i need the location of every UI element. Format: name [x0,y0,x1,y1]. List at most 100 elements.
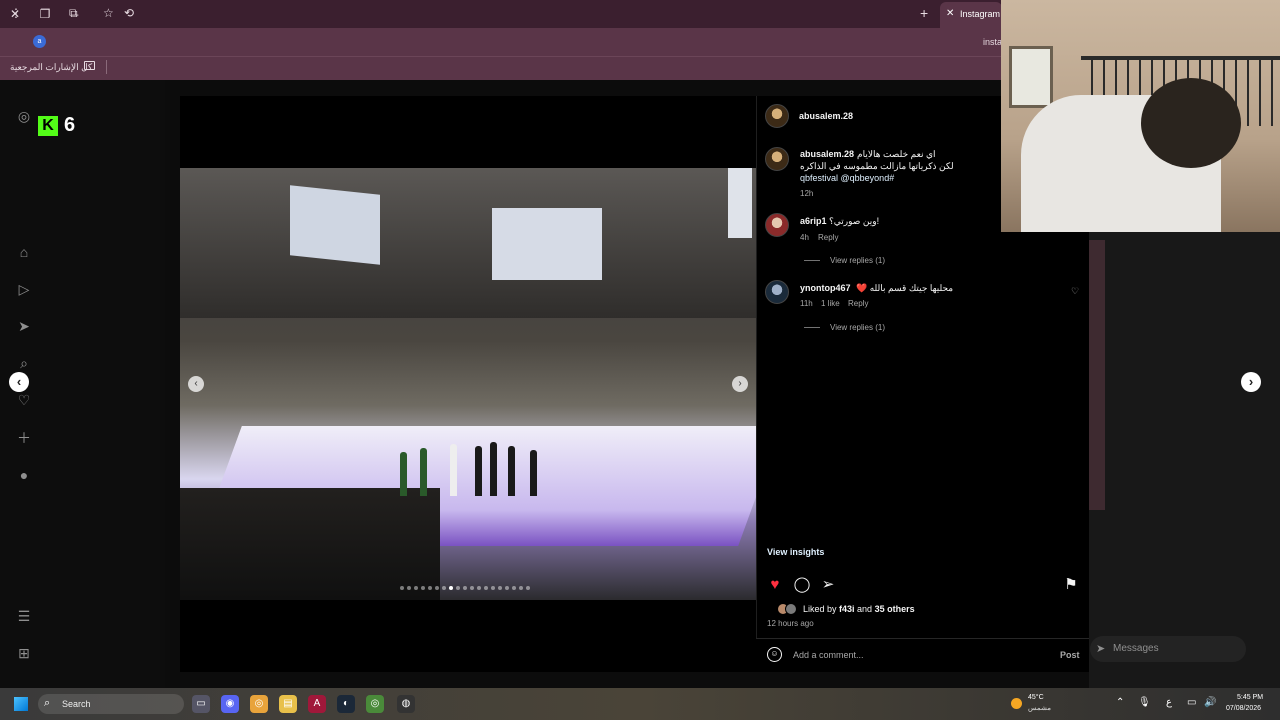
carousel-dot [442,586,446,590]
author-avatar[interactable] [765,104,789,128]
taskbar-search-label: Search [62,699,91,709]
comment-bubble-icon[interactable]: ◯ [793,576,811,594]
liked-by-others[interactable]: 35 others [875,604,915,614]
post-media[interactable]: ‹ › [180,96,756,672]
comment-username[interactable]: a6rip1 [800,216,827,226]
carousel-dot [407,586,411,590]
comment-like-count[interactable]: 1 like [821,299,840,308]
new-tab-icon[interactable]: + [920,5,928,21]
share-send-icon[interactable]: ➢ [819,576,837,594]
menu-kebab-icon[interactable]: ⋮ [10,6,22,20]
taskbar-search[interactable] [38,694,184,714]
bookmark-star-icon[interactable]: ☆ [103,6,114,20]
carousel-dot [498,586,502,590]
post-comment-button[interactable]: Post [1060,650,1080,660]
view-replies-button[interactable]: View replies (1) [830,323,885,332]
volume-icon[interactable]: 🔊 [1204,697,1216,708]
discord-icon[interactable]: ◉ [221,695,239,713]
profile-avatar-icon[interactable]: ● [16,467,32,483]
carousel-dot [400,586,404,590]
weather-temperature[interactable]: 45°C [1028,694,1044,701]
search-icon[interactable]: ⌕ [16,355,32,371]
restore-window-icon[interactable]: ❐ [36,5,54,23]
file-explorer-window-icon[interactable]: ▭ [192,695,210,713]
author-username[interactable]: abusalem.28 [799,111,853,121]
carousel-dot [428,586,432,590]
close-tab-icon[interactable]: ✕ [946,8,954,19]
streamer-head [1141,78,1241,168]
liked-by-text[interactable]: Liked by f43i and 35 others [803,604,915,614]
create-plus-icon[interactable]: ＋ [16,430,32,446]
caption-avatar[interactable] [765,147,789,171]
app-a-icon[interactable]: A [308,695,326,713]
view-insights-link[interactable]: View insights [767,547,824,557]
comment-hashtags[interactable]: qbfestival @qbbeyond# [800,173,894,183]
comment-username[interactable]: abusalem.28 [800,149,854,159]
tray-chevron-icon[interactable]: ⌃ [1116,697,1124,708]
windows-start-icon[interactable] [14,697,28,711]
also-from-meta-icon[interactable]: ⊞ [16,645,32,661]
reels-icon[interactable]: ▷ [16,281,32,297]
more-menu-icon[interactable]: ☰ [16,608,32,624]
emoji-icon[interactable]: ☺ [767,647,782,662]
clock-date[interactable]: 07/08/2026 [1226,705,1261,712]
comment-username[interactable]: ynontop467 [800,283,851,293]
instagram-logo-icon[interactable]: ◎ [16,108,32,124]
comment-avatar[interactable] [765,280,789,304]
profile-avatar[interactable]: a [33,35,46,48]
media-next-button[interactable]: › [732,376,748,392]
address-bar[interactable]: insta [983,37,1002,47]
save-bookmark-icon[interactable]: ⚑ [1062,576,1080,594]
like-comment-heart-icon[interactable]: ♡ [1071,286,1079,297]
comment-text: ❤️ محليها جيتك قسم بالله [856,283,954,293]
network-icon[interactable]: ▭ [1187,697,1196,708]
extensions-icon[interactable]: ⧉ [69,6,78,21]
comment-avatar[interactable] [765,213,789,237]
comment-text: اي نعم خلصت هالايام [857,149,936,159]
carousel-dot [477,586,481,590]
webcam-overlay [1001,0,1280,232]
weather-description[interactable]: مشمس [1028,704,1051,712]
chrome-profile-icon[interactable]: ◎ [366,695,384,713]
liked-by-avatars [777,603,801,615]
folder-icon[interactable] [84,61,95,70]
search-icon: ⌕ [44,697,51,709]
messages-label: Messages [1113,643,1159,654]
next-post-button[interactable]: › [1241,372,1261,392]
microphone-icon[interactable]: 🎙 [1138,697,1151,708]
tab-title: Instagram [960,9,1001,19]
carousel-dot [463,586,467,590]
arena-screen-right [728,168,752,238]
notifications-heart-icon[interactable]: ♡ [16,392,32,408]
reply-button[interactable]: Reply [818,233,838,242]
view-replies-button[interactable]: View replies (1) [830,256,885,265]
liked-by-user[interactable]: f43i [839,604,855,614]
media-prev-button[interactable]: ‹ [188,376,204,392]
carousel-dot [414,586,418,590]
reload-icon[interactable]: ⟲ [124,6,134,20]
liked-by-prefix: Liked by [803,604,840,614]
messages-send-icon[interactable]: ➤ [16,318,32,334]
like-heart-icon[interactable]: ♥ [766,576,784,594]
clock-time[interactable]: 5:45 PM [1237,694,1263,701]
home-icon[interactable]: ⌂ [16,244,32,260]
folder-icon[interactable]: ▤ [279,695,297,713]
input-language[interactable]: ع [1166,697,1172,708]
chrome-icon[interactable]: ◎ [250,695,268,713]
kick-logo: K [38,116,58,136]
post-timestamp: 12 hours ago [767,619,814,628]
arena-screen-left [290,185,380,265]
all-bookmarks-label[interactable]: كل الإشارات المرجعية [10,62,92,73]
liked-by-and: and [854,604,875,614]
tab-instagram[interactable]: ✕ Instagram [940,2,1002,28]
obs-icon[interactable]: ◍ [397,695,415,713]
reply-button[interactable]: Reply [848,299,868,308]
carousel-dot [470,586,474,590]
performers [390,436,560,496]
weather-sun-icon[interactable] [1011,698,1022,709]
add-comment-input[interactable]: Add a comment... [793,650,864,660]
previous-post-button[interactable]: ‹ [9,372,29,392]
background-post-strip [1089,240,1105,510]
stream-counter: 6 [64,114,76,136]
steam-icon[interactable]: ◐ [337,695,355,713]
